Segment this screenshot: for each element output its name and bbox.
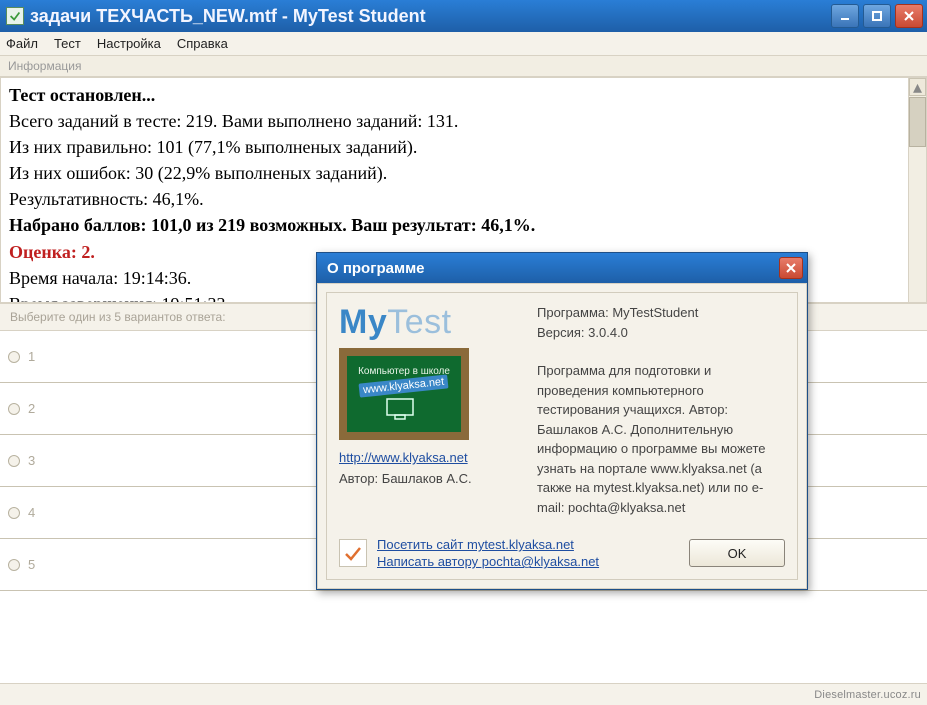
- radio-icon[interactable]: [8, 507, 20, 519]
- logo-my: My: [339, 303, 387, 341]
- results-scrollbar[interactable]: ▴: [908, 78, 926, 302]
- program-version: Версия: 3.0.4.0: [537, 323, 785, 343]
- result-total: Всего заданий в тесте: 219. Вами выполне…: [9, 108, 918, 134]
- radio-icon[interactable]: [8, 351, 20, 363]
- dialog-title: О программе: [327, 260, 779, 277]
- info-strip: Информация: [0, 56, 927, 77]
- menubar: Файл Тест Настройка Справка: [0, 32, 927, 56]
- window-title: задачи ТЕХЧАСТЬ_NEW.mtf - MyTest Student: [30, 6, 831, 27]
- answer-number: 4: [28, 505, 35, 520]
- result-effectiveness: Результативность: 46,1%.: [9, 186, 918, 212]
- result-status: Тест остановлен...: [9, 82, 918, 108]
- visit-site-link[interactable]: Посетить сайт mytest.klyaksa.net: [377, 537, 679, 552]
- answer-number: 3: [28, 453, 35, 468]
- scroll-up-icon[interactable]: ▴: [909, 78, 926, 96]
- menu-settings[interactable]: Настройка: [97, 36, 161, 51]
- app-icon: [6, 7, 24, 25]
- result-wrong: Из них ошибок: 30 (22,9% выполненых зада…: [9, 160, 918, 186]
- program-description: Программа для подготовки и проведения ко…: [537, 361, 785, 517]
- result-score: Набрано баллов: 101,0 из 219 возможных. …: [9, 212, 918, 238]
- radio-icon[interactable]: [8, 559, 20, 571]
- answer-number: 5: [28, 557, 35, 572]
- watermark: Dieselmaster.ucoz.ru: [814, 689, 921, 701]
- menu-help[interactable]: Справка: [177, 36, 228, 51]
- about-dialog: О программе MyTest Компьютер в школе www…: [316, 252, 808, 590]
- result-correct: Из них правильно: 101 (77,1% выполненых …: [9, 134, 918, 160]
- mail-author-link[interactable]: Написать автору pochta@klyaksa.net: [377, 554, 679, 569]
- promo-image: Компьютер в школе www.klyaksa.net: [339, 348, 469, 440]
- ok-button[interactable]: OK: [689, 539, 785, 567]
- status-bar: [0, 683, 927, 705]
- program-name: Программа: MyTestStudent: [537, 303, 785, 323]
- author-label: Автор: Башлаков А.С.: [339, 471, 519, 486]
- app-logo: MyTest: [339, 303, 519, 342]
- site-link[interactable]: http://www.klyaksa.net: [339, 450, 468, 465]
- menu-file[interactable]: Файл: [6, 36, 38, 51]
- dialog-close-button[interactable]: [779, 257, 803, 279]
- menu-test[interactable]: Тест: [54, 36, 81, 51]
- window-close-button[interactable]: [895, 4, 923, 28]
- checkmark-icon: [339, 539, 367, 567]
- answer-number: 1: [28, 349, 35, 364]
- scroll-thumb[interactable]: [909, 97, 926, 147]
- dialog-titlebar: О программе: [317, 253, 807, 283]
- radio-icon[interactable]: [8, 455, 20, 467]
- answer-number: 2: [28, 401, 35, 416]
- minimize-button[interactable]: [831, 4, 859, 28]
- titlebar: задачи ТЕХЧАСТЬ_NEW.mtf - MyTest Student: [0, 0, 927, 32]
- logo-test: Test: [387, 303, 451, 341]
- radio-icon[interactable]: [8, 403, 20, 415]
- maximize-button[interactable]: [863, 4, 891, 28]
